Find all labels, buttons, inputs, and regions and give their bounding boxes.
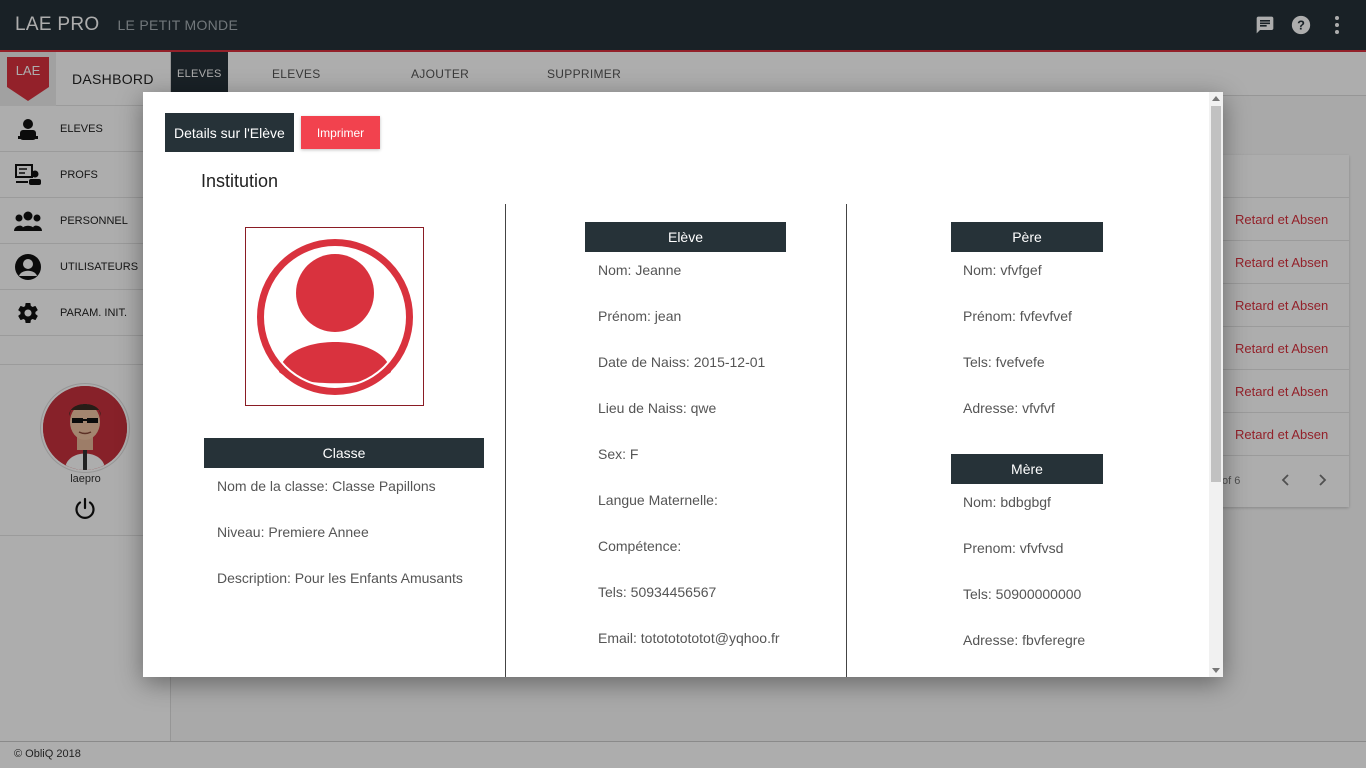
pere-prenom: Prénom: fvfevfvef (963, 308, 1072, 324)
pere-adresse: Adresse: vfvfvf (963, 400, 1055, 416)
classe-description: Description: Pour les Enfants Amusants (217, 570, 463, 586)
dialog-scrollbar[interactable] (1209, 92, 1223, 677)
eleve-competence: Compétence: (598, 538, 682, 554)
column-divider (846, 204, 847, 677)
section-header-mere: Mère (951, 454, 1103, 484)
institution-heading: Institution (201, 171, 279, 191)
pere-nom: Nom: vfvfgef (963, 262, 1042, 278)
print-button[interactable]: Imprimer (301, 116, 380, 149)
mere-nom: Nom: bdbgbgf (963, 494, 1051, 510)
eleve-nom: Nom: Jeanne (598, 262, 682, 278)
student-photo (245, 227, 424, 406)
mere-prenom: Prenom: vfvfvsd (963, 540, 1064, 556)
dialog-title: Details sur l'Elève (165, 113, 294, 152)
scroll-up-arrow[interactable] (1212, 96, 1220, 101)
eleve-sex: Sex: F (598, 446, 639, 462)
section-header-classe: Classe (204, 438, 484, 468)
mere-adresse: Adresse: fbvferegre (963, 632, 1086, 648)
eleve-email: Email: totototototot@yqhoo.fr (598, 630, 780, 646)
eleve-prenom: Prénom: jean (598, 308, 682, 324)
student-details-dialog: Details sur l'Elève Imprimer Institution… (143, 92, 1223, 677)
eleve-lieu-naissance: Lieu de Naiss: qwe (598, 400, 717, 416)
classe-niveau: Niveau: Premiere Annee (217, 524, 369, 540)
section-header-pere: Père (951, 222, 1103, 252)
eleve-tels: Tels: 50934456567 (598, 584, 717, 600)
eleve-date-naissance: Date de Naiss: 2015-12-01 (598, 354, 766, 370)
pere-tels: Tels: fvefvefe (963, 354, 1045, 370)
scroll-down-arrow[interactable] (1212, 668, 1220, 673)
scrollbar-thumb[interactable] (1211, 106, 1221, 482)
user-placeholder-icon (256, 238, 413, 395)
column-divider (505, 204, 506, 677)
mere-tels: Tels: 50900000000 (963, 586, 1082, 602)
section-header-eleve: Elève (585, 222, 786, 252)
classe-nom: Nom de la classe: Classe Papillons (217, 478, 436, 494)
eleve-langue: Langue Maternelle: (598, 492, 718, 508)
